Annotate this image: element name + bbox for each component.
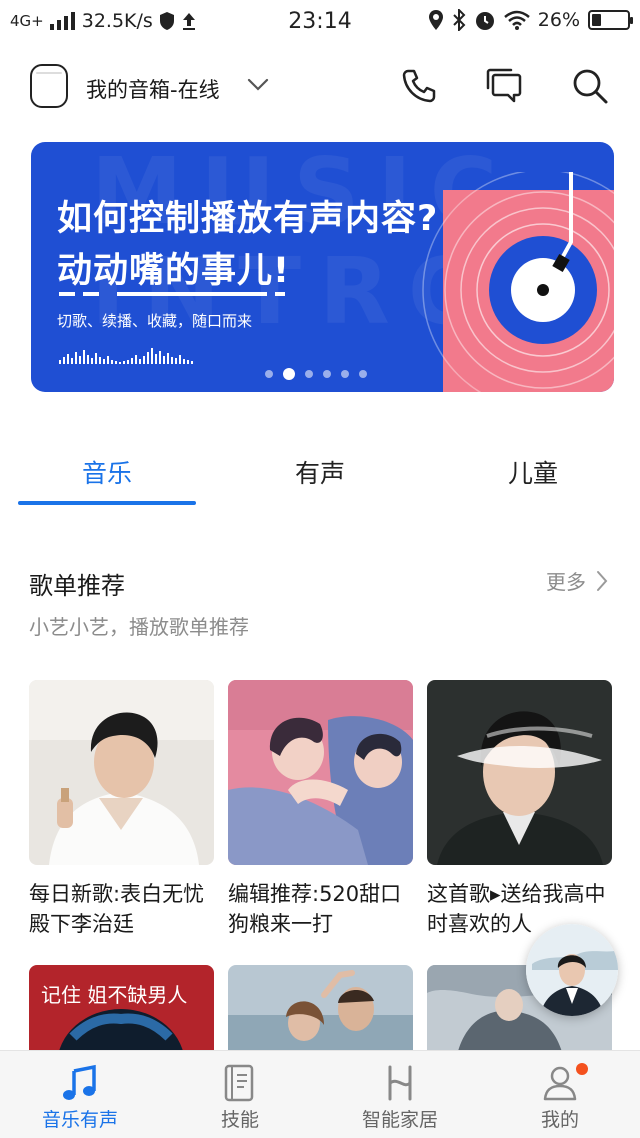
battery-fill [592,14,601,26]
playlist-card[interactable]: 编辑推荐:520甜口狗粮来一打 [228,680,413,939]
wave-bar [167,353,169,364]
wave-bar [175,358,177,364]
tab-active-indicator [18,501,196,505]
banner-divider [59,292,285,296]
nav-label: 智能家居 [361,1109,438,1131]
floating-player-avatar[interactable] [526,924,618,1016]
wave-bar [127,360,129,364]
wave-bar [119,362,121,364]
wave-bar [143,356,145,364]
status-right: 26% [428,9,633,31]
playlist-cover[interactable] [427,680,612,865]
nav-music-audio[interactable]: 音乐有声 [0,1051,160,1138]
wave-bar [59,360,61,364]
wave-bar [99,357,101,364]
pagination-dot[interactable] [341,370,349,378]
more-button[interactable]: 更多 [546,566,608,595]
wave-bar [191,361,193,364]
chevron-down-icon[interactable] [246,72,270,96]
chevron-right-icon [597,570,608,591]
search-icon[interactable] [570,66,610,106]
promo-banner[interactable]: MUSIC INTRO 如何控制播放有声内容? 动动嘴的事儿! 切歌、续播、收藏，… [31,142,614,392]
wave-bar [147,352,149,364]
nav-profile[interactable]: 我的 [480,1051,640,1138]
nav-label: 技能 [220,1109,259,1131]
pagination-dot[interactable] [265,370,273,378]
battery-icon [588,10,633,30]
wave-bar [151,348,153,364]
banner-subtitle: 切歌、续播、收藏，随口而来 [57,312,253,330]
playlist-cover[interactable] [228,965,413,1055]
playlist-cover[interactable] [228,680,413,865]
wave-bar [67,354,69,364]
more-label: 更多 [546,570,586,594]
bluetooth-icon [453,9,466,31]
playlist-cover[interactable]: 记住 姐不缺男人 [29,965,214,1055]
pagination-dot[interactable] [283,368,295,380]
wave-bar [163,356,165,364]
wave-bar [115,361,117,364]
phone-icon[interactable] [399,66,439,106]
playlist-title[interactable]: 编辑推荐:520甜口狗粮来一打 [228,879,413,939]
tab-audio[interactable]: 有声 [231,454,409,490]
nav-label: 我的 [540,1109,579,1131]
banner-headline-2: 动动嘴的事儿! [57,251,290,291]
banner-pagination[interactable] [265,368,367,380]
wave-bar [123,361,125,364]
wave-bar [71,358,73,364]
battery-percent: 26% [537,9,580,31]
section-subtitle: 小艺小艺，播放歌单推荐 [29,615,249,639]
wave-bar [111,360,113,364]
playlist-cover-text: 记住 姐不缺男人 [41,983,188,1007]
alarm-icon [475,12,494,30]
wifi-icon [503,10,530,30]
pagination-dot[interactable] [359,370,367,378]
wave-bar [187,360,189,364]
smart-home-icon [388,1065,412,1101]
pagination-dot[interactable] [323,370,331,378]
location-icon [428,10,443,30]
wave-bar [95,353,97,364]
wave-bar [83,350,85,364]
banner-headline-1: 如何控制播放有声内容? [57,199,439,239]
wave-bar [155,354,157,364]
tab-children[interactable]: 儿童 [444,454,622,490]
wave-bar [87,355,89,364]
nav-label: 音乐有声 [41,1109,118,1131]
wave-bar [171,357,173,364]
wave-bar [107,356,109,364]
user-icon [543,1066,577,1101]
playlist-title[interactable]: 每日新歌:表白无忧殿下李治廷 [29,879,214,939]
music-note-icon [63,1064,96,1100]
wave-bar [103,359,105,364]
wave-bar [179,355,181,364]
wave-bar [63,357,65,364]
nav-smart-home[interactable]: 智能家居 [320,1051,480,1138]
wave-bar [79,356,81,364]
playlist-cover[interactable] [29,680,214,865]
wave-bar [159,351,161,364]
book-icon [224,1064,254,1102]
wave-bar [131,358,133,364]
notification-badge [576,1063,588,1075]
wave-bar [91,358,93,364]
category-tabs: 音乐 有声 儿童 [0,432,640,508]
tab-music[interactable]: 音乐 [18,454,196,490]
device-name[interactable]: 我的音箱-在线 [86,74,220,104]
sound-wave-icon [59,348,193,364]
speaker-icon[interactable] [30,64,68,108]
playlist-card[interactable]: 这首歌▸送给我高中时喜欢的人 [427,680,612,939]
nav-skills[interactable]: 技能 [160,1051,320,1138]
section-title: 歌单推荐 [29,572,125,600]
status-bar: 4G+ 32.5K/s 23:14 26% [0,0,640,44]
wave-bar [183,359,185,364]
message-icon[interactable] [484,66,524,106]
bottom-navigation: 音乐有声 技能 智能家居 我的 [0,1050,640,1138]
app-header: 我的音箱-在线 [0,58,640,114]
pagination-dot[interactable] [305,370,313,378]
wave-bar [75,352,77,364]
wave-bar [139,359,141,364]
wave-bar [135,355,137,364]
playlist-card[interactable]: 每日新歌:表白无忧殿下李治廷 [29,680,214,939]
